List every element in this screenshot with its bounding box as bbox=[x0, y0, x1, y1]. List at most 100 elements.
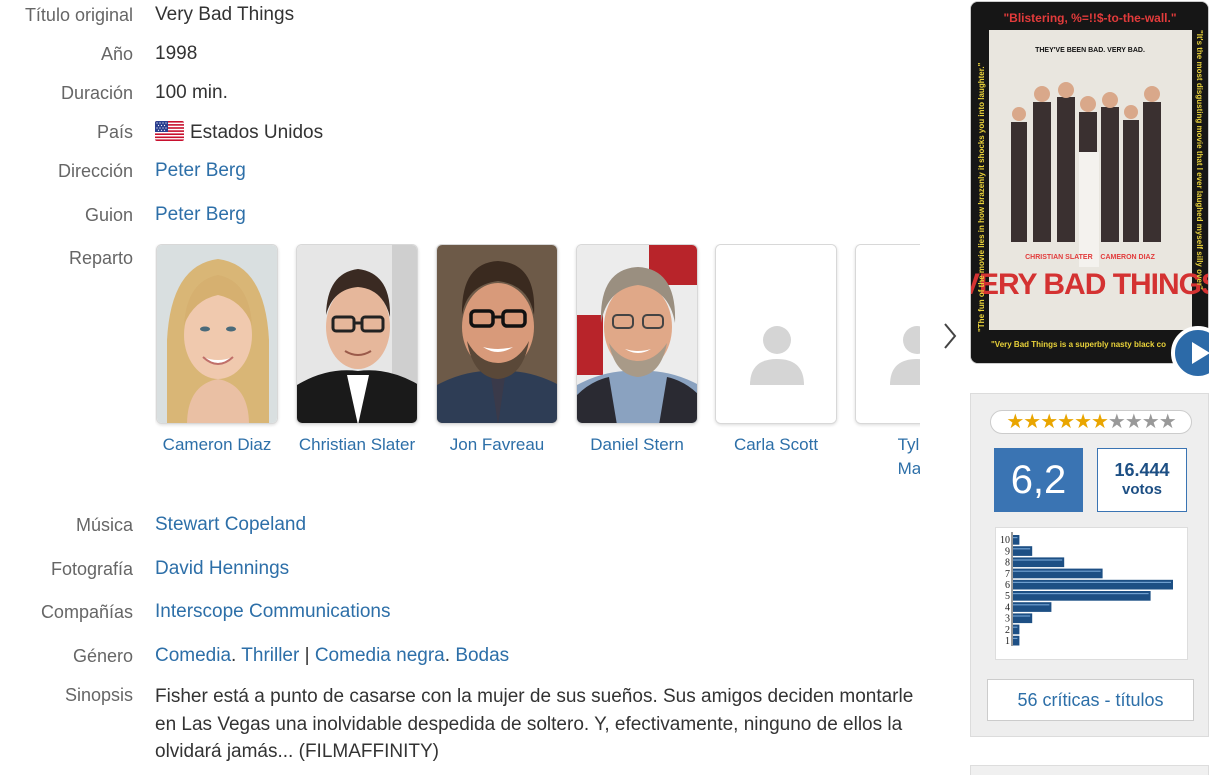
poster-tagline: THEY'VE BEEN BAD. VERY BAD. bbox=[1035, 47, 1145, 54]
histogram-bar bbox=[1013, 613, 1033, 624]
label-anio: Año bbox=[100, 44, 133, 64]
histogram-bar-highlight bbox=[1013, 581, 1171, 583]
value-duracion: 100 min. bbox=[155, 82, 228, 103]
histogram-bar bbox=[1013, 591, 1151, 601]
poster-stars-line: CHRISTIAN SLATER CAMERON DIAZ bbox=[1025, 254, 1155, 261]
average-score: 6,2 bbox=[994, 448, 1083, 512]
label-sinopsis: Sinopsis bbox=[64, 685, 133, 705]
poster-quote-bottom: "Very Bad Things is a superbly nasty bla… bbox=[991, 340, 1166, 349]
histogram-tick-label: 7 bbox=[1005, 569, 1010, 580]
movie-poster[interactable]: "Blistering, %=!!$-to-the-wall." THEY'VE… bbox=[970, 1, 1209, 364]
actor-name[interactable]: Christian Slater bbox=[286, 433, 428, 457]
director-link[interactable]: Peter Berg bbox=[155, 160, 246, 182]
histogram-bar bbox=[1013, 624, 1020, 635]
rating-box: ★★★★★★★★★★ 6,2 16.444 votos 10 9 8 7 6 5 4 3 2 1 … bbox=[970, 393, 1209, 737]
histogram-bar bbox=[1013, 568, 1103, 579]
star-icons-filled: ★★★★★★ bbox=[1006, 411, 1109, 433]
label-musica: Música bbox=[75, 515, 133, 535]
label-direccion: Dirección bbox=[57, 161, 133, 181]
genre-link[interactable]: Comedia bbox=[155, 645, 231, 666]
histogram-bar-highlight bbox=[1013, 615, 1031, 617]
actor-name[interactable]: Carla Scott bbox=[705, 433, 847, 457]
rating-histogram-chart: 10987654321 bbox=[1000, 532, 1173, 647]
label-companias: Compañías bbox=[40, 602, 133, 622]
histogram-tick-label: 8 bbox=[1005, 558, 1010, 569]
histogram-tick-label: 4 bbox=[1005, 602, 1010, 613]
label-reparto: Reparto bbox=[68, 248, 133, 268]
label-genero: Género bbox=[72, 646, 133, 666]
play-icon bbox=[1192, 342, 1209, 364]
histogram-bar-highlight bbox=[1013, 593, 1149, 595]
histogram-bar-highlight bbox=[1013, 559, 1063, 561]
label-duracion: Duración bbox=[60, 83, 133, 103]
person-placeholder-icon bbox=[716, 245, 836, 423]
value-anio: 1998 bbox=[155, 43, 198, 64]
movie-details: Título original Very Bad Things Año 1998… bbox=[0, 0, 957, 775]
histogram-tick-label: 6 bbox=[1005, 580, 1010, 591]
label-pais: País bbox=[96, 122, 133, 142]
vote-count-number: 16.444 bbox=[1114, 460, 1170, 480]
rating-histogram: 10 9 8 7 6 5 4 3 2 1 bbox=[995, 527, 1188, 660]
play-trailer-button[interactable] bbox=[1171, 326, 1209, 380]
actor-name[interactable]: Cameron Diaz bbox=[155, 433, 288, 457]
chevron-right-icon[interactable] bbox=[937, 318, 961, 354]
poster-quote-right: "It's the most disgusting movie that I e… bbox=[1195, 30, 1204, 290]
actor-photo-placeholder[interactable] bbox=[855, 244, 920, 424]
histogram-bar bbox=[1013, 602, 1052, 612]
cinematographer-link[interactable]: David Hennings bbox=[155, 558, 289, 580]
histogram-tick-label: 9 bbox=[1005, 546, 1010, 557]
histogram-bar bbox=[1013, 546, 1033, 556]
composer-link[interactable]: Stewart Copeland bbox=[155, 514, 306, 536]
histogram-tick-label: 1 bbox=[1005, 636, 1010, 647]
histogram-bar-highlight bbox=[1013, 604, 1050, 606]
actor-name[interactable]: Tyler Malir bbox=[845, 433, 920, 481]
cast-carousel: Cameron Diaz Christian Slater Jon Favrea… bbox=[155, 244, 920, 489]
country-name: Estados Unidos bbox=[190, 122, 324, 143]
histogram-tick-label: 3 bbox=[1005, 614, 1010, 625]
genre-link[interactable]: Thriller bbox=[241, 645, 299, 666]
value-pais: Estados Unidos bbox=[155, 121, 323, 144]
actor-name[interactable]: Daniel Stern bbox=[566, 433, 708, 457]
poster-quote-left: "The fun of the movie lies in how brazen… bbox=[977, 62, 986, 332]
actor-photo[interactable] bbox=[436, 244, 558, 424]
histogram-tick-label: 10 bbox=[1000, 535, 1010, 546]
actor-photo[interactable] bbox=[296, 244, 418, 424]
histogram-bar-highlight bbox=[1013, 537, 1018, 539]
genre-separator: | bbox=[304, 645, 310, 666]
screenwriter-link[interactable]: Peter Berg bbox=[155, 204, 246, 226]
vote-count: 16.444 votos bbox=[1097, 448, 1187, 512]
sidebar: "Blistering, %=!!$-to-the-wall." THEY'VE… bbox=[969, 0, 1209, 775]
histogram-tick-label: 5 bbox=[1005, 591, 1010, 602]
critics-link[interactable]: 56 críticas - títulos bbox=[987, 679, 1194, 721]
histogram-bar bbox=[1013, 635, 1020, 646]
actor-photo-placeholder[interactable] bbox=[715, 244, 837, 424]
topic-link[interactable]: Bodas bbox=[455, 645, 509, 666]
genre-list: Comedia. Thriller | Comedia negra. Bodas bbox=[155, 645, 509, 667]
actor-photo[interactable] bbox=[156, 244, 278, 424]
histogram-bar-highlight bbox=[1013, 637, 1018, 639]
actor-photo[interactable] bbox=[576, 244, 698, 424]
label-fotografia: Fotografía bbox=[50, 559, 133, 579]
histogram-bar bbox=[1013, 579, 1173, 590]
label-titulo-original: Título original bbox=[24, 5, 133, 25]
genre-separator: . bbox=[444, 645, 451, 666]
next-panel bbox=[970, 765, 1209, 775]
genre-separator: . bbox=[231, 645, 237, 666]
histogram-tick-label: 2 bbox=[1005, 625, 1010, 636]
histogram-bar-highlight bbox=[1013, 570, 1101, 572]
person-placeholder-icon bbox=[856, 245, 920, 423]
histogram-bar-highlight bbox=[1013, 548, 1031, 550]
company-link[interactable]: Interscope Communications bbox=[155, 601, 391, 623]
histogram-bar bbox=[1013, 535, 1020, 545]
label-guion: Guion bbox=[84, 205, 133, 225]
vote-count-label: votos bbox=[1121, 481, 1162, 498]
star-icons-empty: ★★★★ bbox=[1107, 411, 1177, 433]
us-flag-icon bbox=[155, 121, 184, 141]
topic-link[interactable]: Comedia negra bbox=[315, 645, 445, 666]
actor-name[interactable]: Jon Favreau bbox=[426, 433, 568, 457]
synopsis-text: Fisher está a punto de casarse con la mu… bbox=[155, 686, 914, 762]
poster-title: VERY BAD THINGS bbox=[971, 268, 1209, 301]
star-rating: ★★★★★★★★★★ bbox=[990, 410, 1192, 434]
histogram-bar bbox=[1013, 557, 1065, 568]
poster-quote-top: "Blistering, %=!!$-to-the-wall." bbox=[1003, 11, 1176, 25]
